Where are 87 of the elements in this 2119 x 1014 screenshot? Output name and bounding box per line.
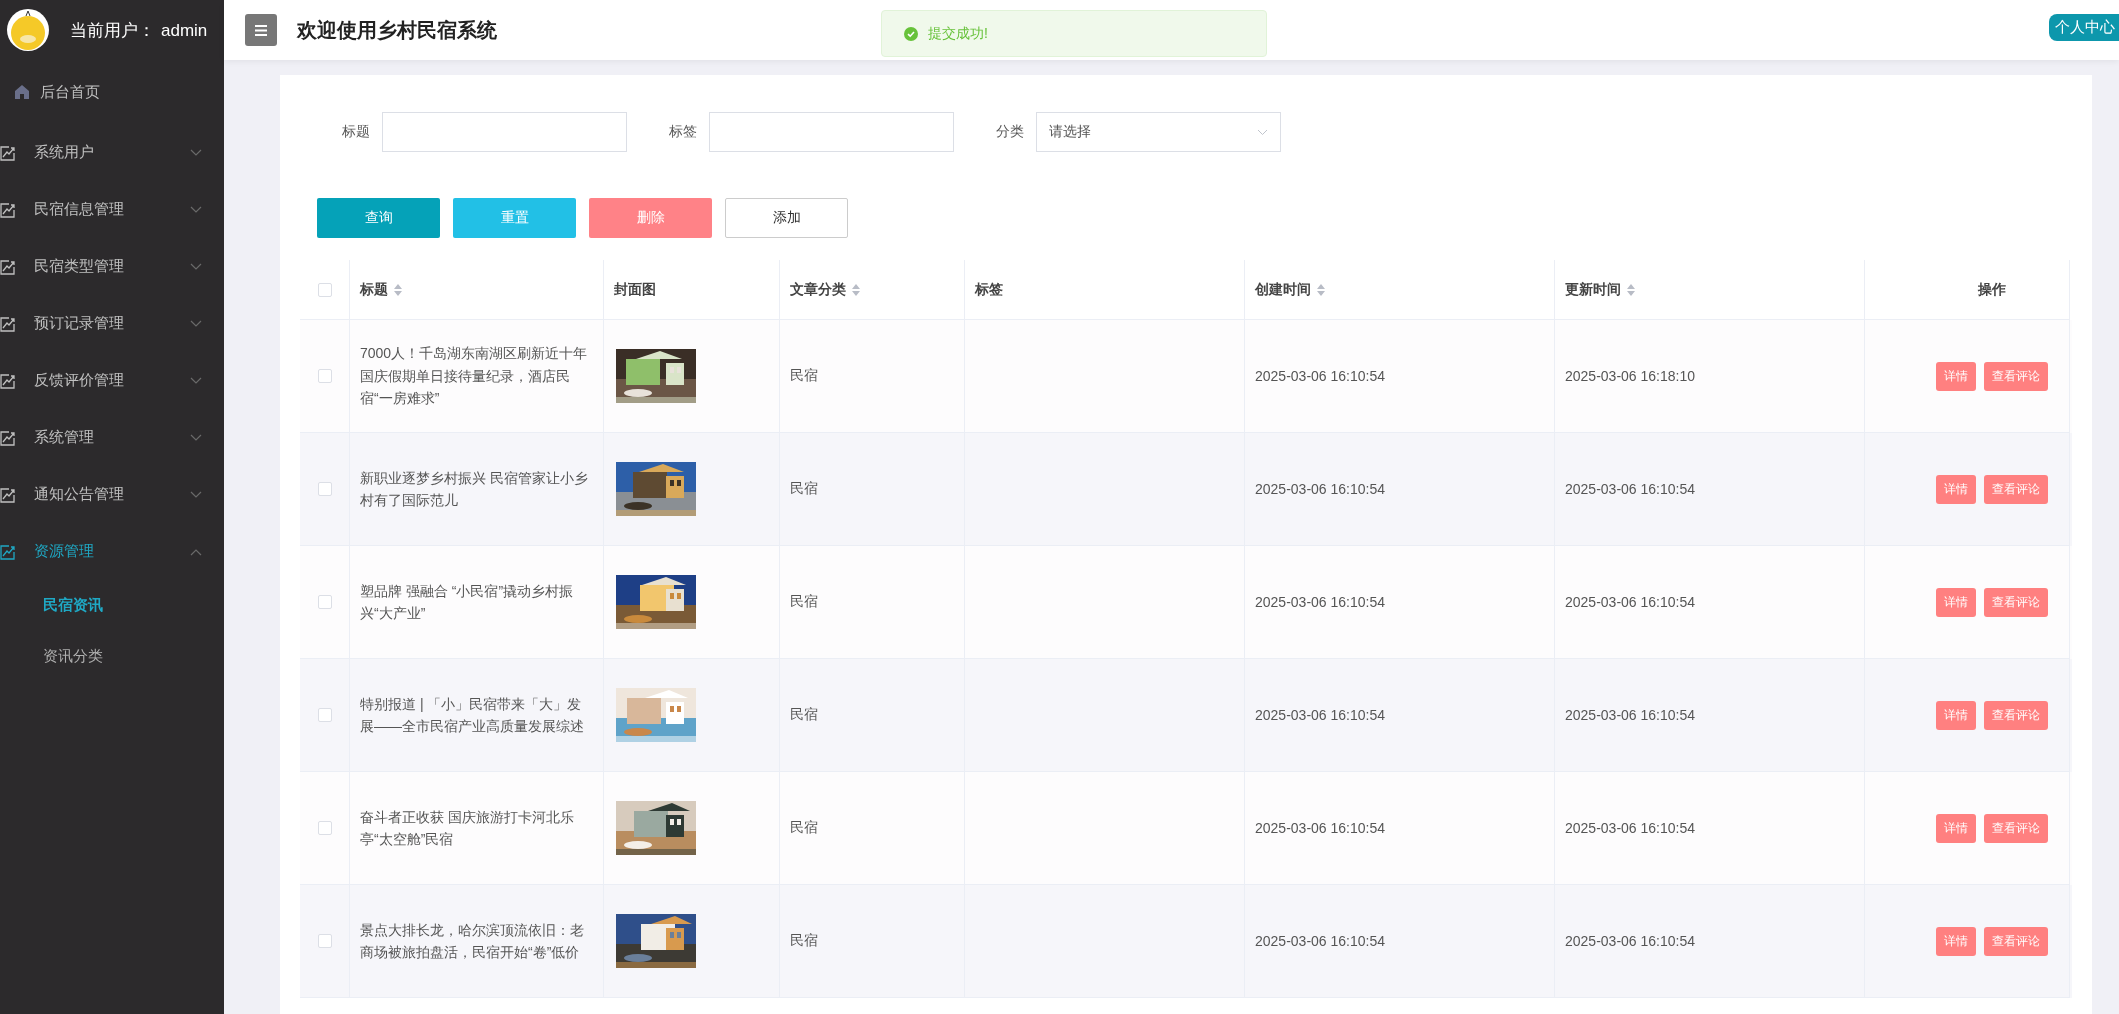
sidebar-item[interactable]: 系统管理 (0, 409, 224, 466)
select-all-checkbox[interactable] (317, 282, 332, 297)
table-cell-text: 7000人！千岛湖东南湖区刷新近十年国庆假期单日接待量纪录，酒店民宿“一房难求” (360, 344, 589, 409)
sidebar-item[interactable]: 民宿信息管理 (0, 181, 224, 238)
chevron-up-icon (190, 547, 202, 556)
table-cell-text: 景点大排长龙，哈尔滨顶流依旧：老商场被旅拍盘活，民宿开始“卷”低价 (360, 920, 585, 962)
chevron-down-icon (190, 376, 202, 385)
table-cell-text: 特别报道 | 「小」民宿带来「大」发展——全市民宿产业高质量发展综述 (360, 694, 585, 736)
submenu-item[interactable]: 民宿资讯 (0, 580, 224, 631)
filter-label: 标签 (669, 123, 697, 141)
submenu-item[interactable]: 资讯分类 (0, 631, 224, 682)
table-cell: 民宿 (790, 593, 818, 611)
filter-label: 标题 (342, 123, 370, 141)
sidebar-item[interactable]: 系统用户 (0, 124, 224, 181)
table-cell: 民宿 (790, 367, 818, 385)
table-cell: 2025-03-06 16:10:54 (1565, 933, 1695, 949)
column-header[interactable]: 标题 (360, 280, 388, 299)
chart-icon (0, 315, 16, 332)
chart-icon (0, 144, 16, 161)
row-checkbox[interactable] (317, 821, 332, 835)
chevron-down-icon (190, 433, 202, 442)
plain-button[interactable]: 添加 (725, 198, 848, 238)
input-field[interactable] (382, 112, 627, 152)
table-cell: 2025-03-06 16:10:54 (1255, 820, 1385, 836)
current-user: 当前用户： admin (70, 19, 208, 42)
primary-button[interactable]: 查询 (317, 198, 440, 238)
table-cell: 2025-03-06 16:10:54 (1255, 368, 1385, 384)
row-checkbox[interactable] (317, 482, 332, 496)
column-header[interactable]: 更新时间 (1565, 280, 1621, 299)
sort-icon[interactable] (394, 283, 402, 296)
filter-label: 分类 (996, 123, 1024, 141)
row-checkbox[interactable] (317, 934, 332, 948)
chart-icon (0, 543, 16, 560)
sort-icon[interactable] (852, 283, 860, 296)
table-cell: 2025-03-06 16:10:54 (1565, 481, 1695, 497)
toast-message: 提交成功! (928, 24, 988, 43)
table-cell: 民宿 (790, 480, 818, 498)
chevron-down-icon (190, 490, 202, 499)
chevron-down-icon (190, 148, 202, 157)
menu-icon (255, 24, 267, 36)
profile-button[interactable]: 个人中心 (2049, 14, 2119, 41)
column-header[interactable]: 文章分类 (790, 280, 846, 299)
check-icon (904, 26, 918, 41)
chart-icon (0, 372, 16, 389)
table-cell: 民宿 (790, 706, 818, 724)
table-cell-text: 塑品牌 强融合 “小民宿”撬动乡村振兴“大产业” (360, 581, 575, 623)
table-cell: 民宿 (790, 819, 818, 837)
row-checkbox[interactable] (317, 708, 332, 722)
sidebar-item[interactable]: 资源管理 (0, 523, 224, 580)
chart-icon (0, 486, 16, 503)
sidebar-item[interactable]: 后台首页 (0, 60, 224, 124)
sidebar-item[interactable]: 通知公告管理 (0, 466, 224, 523)
sidebar-item[interactable]: 反馈评价管理 (0, 352, 224, 409)
table-cell: 2025-03-06 16:10:54 (1565, 820, 1695, 836)
chart-icon (0, 201, 16, 218)
table-cell: 2025-03-06 16:10:54 (1255, 481, 1385, 497)
sidebar-item[interactable]: 民宿类型管理 (0, 238, 224, 295)
table-cell-text: 新职业逐梦乡村振兴 民宿管家让小乡村有了国际范儿 (360, 468, 589, 510)
sort-icon[interactable] (1627, 283, 1635, 296)
table-cell: 2025-03-06 16:10:54 (1255, 707, 1385, 723)
chart-icon (0, 429, 16, 446)
row-checkbox[interactable] (317, 369, 332, 383)
column-header[interactable]: 创建时间 (1255, 280, 1311, 299)
table-cell: 2025-03-06 16:10:54 (1565, 707, 1695, 723)
column-header: 封面图 (614, 280, 656, 299)
home-icon (14, 84, 30, 100)
input-field[interactable] (709, 112, 954, 152)
table-cell: 2025-03-06 16:18:10 (1565, 368, 1695, 384)
avatar (6, 8, 50, 52)
table-cell: 民宿 (790, 932, 818, 950)
table-cell: 2025-03-06 16:10:54 (1565, 594, 1695, 610)
column-header: 标签 (975, 280, 1003, 299)
chevron-down-icon (190, 319, 202, 328)
table-cell: 2025-03-06 16:10:54 (1255, 933, 1385, 949)
table-cell-text: 奋斗者正收获 国庆旅游打卡河北乐亭“太空舱”民宿 (360, 807, 575, 849)
chevron-down-icon (1257, 128, 1268, 136)
table-cell: 2025-03-06 16:10:54 (1255, 594, 1385, 610)
chevron-down-icon (190, 205, 202, 214)
category-select[interactable]: 请选择 (1036, 112, 1281, 152)
sort-icon[interactable] (1317, 283, 1325, 296)
page-title: 欢迎使用乡村民宿系统 (297, 17, 497, 43)
column-header: 操作 (1978, 280, 2006, 299)
sidebar-item[interactable]: 预订记录管理 (0, 295, 224, 352)
menu-button[interactable] (245, 14, 277, 46)
row-checkbox[interactable] (317, 595, 332, 609)
chart-icon (0, 258, 16, 275)
chevron-down-icon (190, 262, 202, 271)
